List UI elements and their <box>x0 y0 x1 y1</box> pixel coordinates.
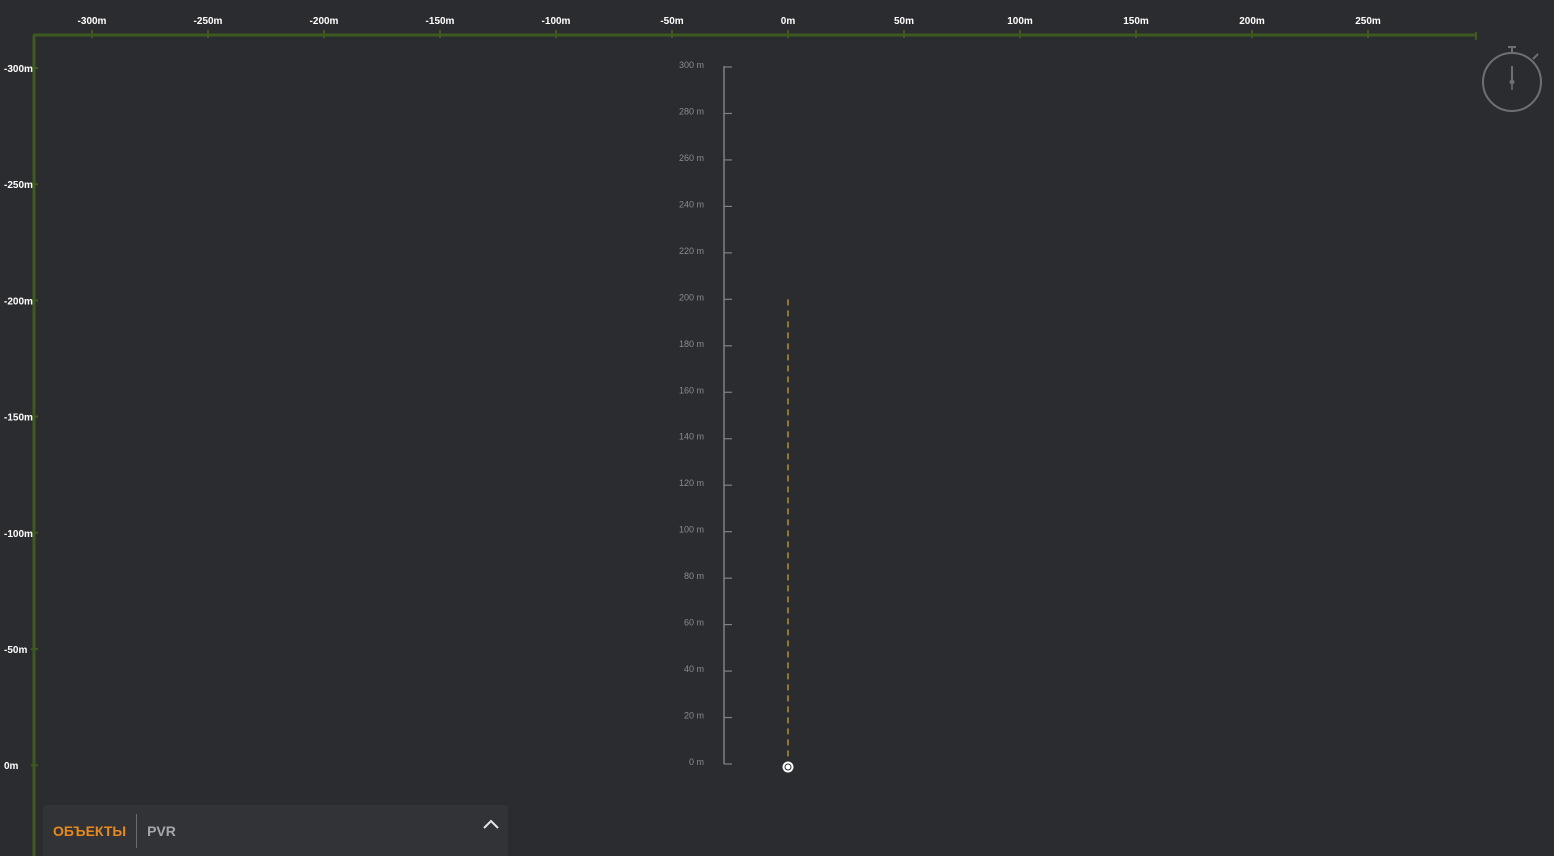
tab-pvr[interactable]: PVR <box>137 814 186 848</box>
top-ruler-label: -50m <box>660 16 683 27</box>
objects-panel: ОБЪЕКТЫ PVR <box>43 805 508 856</box>
top-ruler-label: -150m <box>426 16 455 27</box>
altitude-label: 180 m <box>679 339 704 349</box>
top-ruler-label: 50m <box>894 16 914 27</box>
home-point-marker[interactable] <box>782 761 794 773</box>
altitude-label: 200 m <box>679 292 704 302</box>
top-ruler-label: -100m <box>542 16 571 27</box>
tab-objects[interactable]: ОБЪЕКТЫ <box>43 814 136 848</box>
left-ruler-label: -250m <box>4 180 33 191</box>
top-ruler-label: -300m <box>78 16 107 27</box>
altitude-label: 160 m <box>679 385 704 395</box>
collapse-panel-button[interactable] <box>482 816 500 832</box>
home-point-outer <box>782 761 794 773</box>
altitude-label: 20 m <box>684 711 704 721</box>
chevron-up-icon <box>483 819 499 829</box>
top-ruler-label: 100m <box>1007 16 1033 27</box>
left-ruler-label: 0m <box>4 761 19 772</box>
altitude-label: 40 m <box>684 664 704 674</box>
top-ruler-label: -200m <box>310 16 339 27</box>
left-ruler-label: -300m <box>4 64 33 75</box>
left-ruler-label: -200m <box>4 296 33 307</box>
left-ruler-label: -150m <box>4 413 33 424</box>
altitude-label: 260 m <box>679 153 704 163</box>
altitude-label: 100 m <box>679 525 704 535</box>
altitude-label: 60 m <box>684 618 704 628</box>
altitude-label: 120 m <box>679 478 704 488</box>
top-ruler-label: 0m <box>781 16 796 27</box>
altitude-label: 300 m <box>679 60 704 70</box>
map-view[interactable]: -300m -250m -200m -150m -100m -50m 0m 50m 100m 15… <box>0 0 1554 856</box>
top-ruler-label: 150m <box>1123 16 1149 27</box>
altitude-label: 240 m <box>679 199 704 209</box>
altitude-label: 80 m <box>684 571 704 581</box>
left-ruler-label: -50m <box>4 645 27 656</box>
top-ruler-label: -250m <box>194 16 223 27</box>
stopwatch-icon <box>1482 46 1542 112</box>
altitude-label: 140 m <box>679 432 704 442</box>
map-canvas[interactable]: -300m -250m -200m -150m -100m -50m 0m 50m 100m 15… <box>0 0 1554 856</box>
stopwatch-button[interactable] <box>1480 44 1546 114</box>
altitude-label: 220 m <box>679 246 704 256</box>
altitude-label: 0 m <box>689 757 704 767</box>
top-ruler-label: 200m <box>1239 16 1265 27</box>
altitude-label: 280 m <box>679 106 704 116</box>
left-ruler-label: -100m <box>4 529 33 540</box>
top-ruler-label: 250m <box>1355 16 1381 27</box>
